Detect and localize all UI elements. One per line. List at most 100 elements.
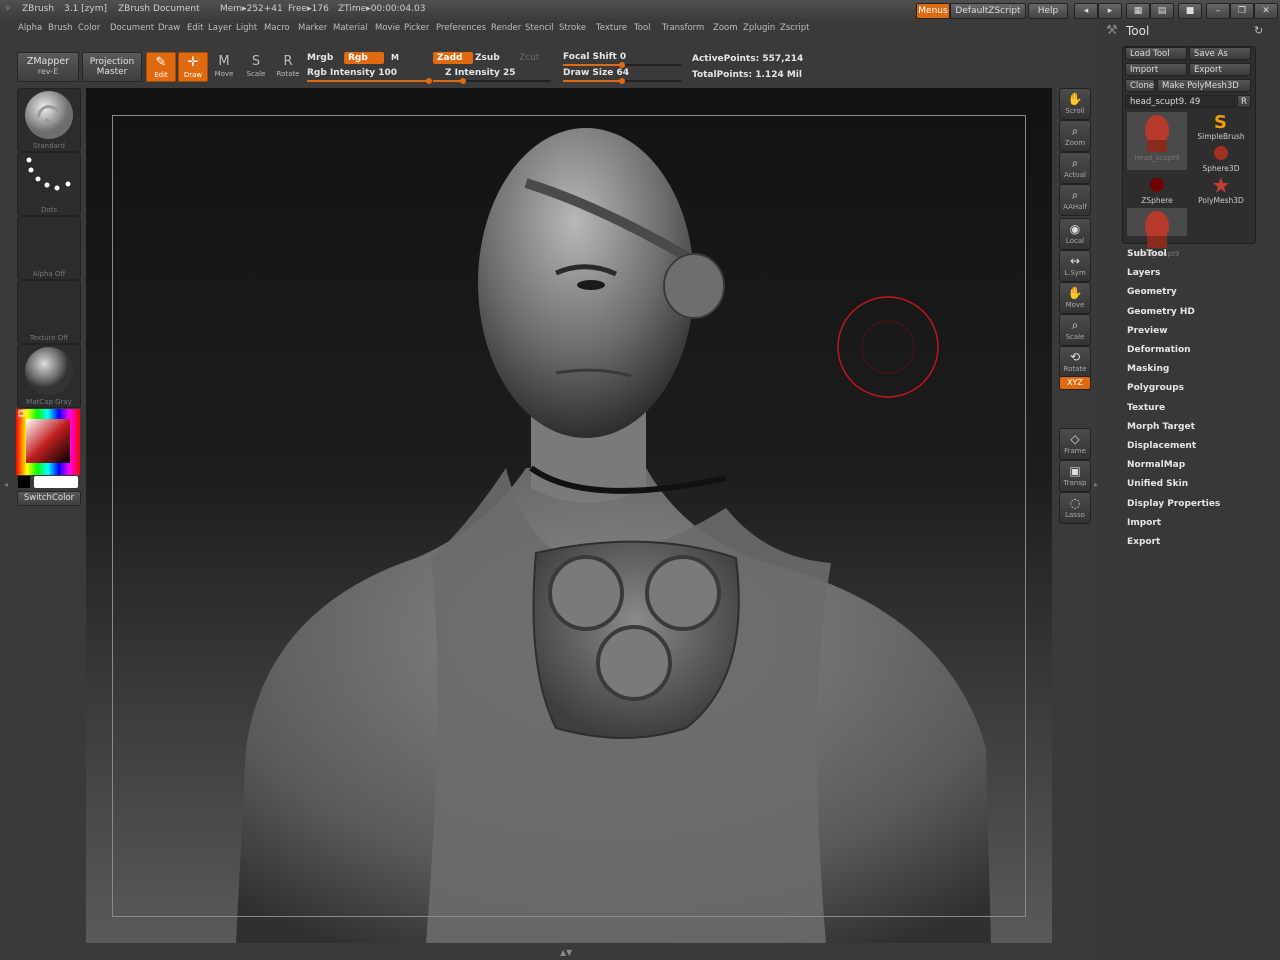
secondary-color-swatch[interactable]	[34, 476, 78, 488]
menu-draw[interactable]: Draw	[158, 23, 180, 33]
rgb-intensity-knob[interactable]	[426, 78, 432, 84]
layout-alt-icon[interactable]: ▤	[1150, 3, 1174, 19]
help-button[interactable]: Help	[1028, 3, 1068, 19]
tool-thumb-polymesh3d[interactable]: PolyMesh3D	[1191, 176, 1251, 205]
subpalette-polygroups[interactable]: Polygroups	[1127, 383, 1184, 393]
menu-edit[interactable]: Edit	[187, 23, 203, 33]
xyz-button[interactable]: XYZXYZ	[1059, 376, 1091, 390]
menu-zoom[interactable]: Zoom	[713, 23, 738, 33]
focal-shift-slider[interactable]	[563, 62, 681, 68]
refresh-icon[interactable]: ↻	[1254, 24, 1263, 37]
menu-transform[interactable]: Transform	[662, 23, 704, 33]
scroll-left-icon[interactable]: ◂	[1074, 3, 1098, 19]
transp-button[interactable]: ▣ Transp	[1059, 460, 1091, 492]
actual-button[interactable]: ⌕ Actual	[1059, 152, 1091, 184]
menu-document[interactable]: Document	[110, 23, 154, 33]
rgb-toggle[interactable]: Rgb	[344, 52, 384, 64]
rgb-intensity-slider[interactable]	[307, 78, 432, 84]
zcut-toggle[interactable]: Zcut	[519, 53, 539, 63]
menu-layer[interactable]: Layer	[208, 23, 232, 33]
tool-thumb-head_scupt9[interactable]: head_scupt9	[1127, 208, 1187, 258]
zsub-toggle[interactable]: Zsub	[475, 53, 500, 63]
minimize-icon[interactable]: –	[1206, 3, 1230, 19]
menu-tool[interactable]: Tool	[634, 23, 651, 33]
menu-movie[interactable]: Movie	[375, 23, 400, 33]
subpalette-deformation[interactable]: Deformation	[1127, 345, 1191, 355]
load-tool-button[interactable]: Load Tool	[1125, 47, 1187, 60]
menu-marker[interactable]: Marker	[298, 23, 327, 33]
menu-zplugin[interactable]: Zplugin	[743, 23, 775, 33]
mrgb-toggle[interactable]: Mrgb	[307, 53, 333, 63]
menu-preferences[interactable]: Preferences	[436, 23, 486, 33]
tool-thumb-simplebrush[interactable]: S SimpleBrush	[1191, 112, 1251, 142]
m-toggle[interactable]: M	[391, 53, 399, 62]
z-intensity-knob[interactable]	[460, 78, 466, 84]
subpalette-subtool[interactable]: SubTool	[1127, 249, 1167, 259]
zmapper-button[interactable]: ZMapper rev-E	[17, 52, 79, 82]
subpalette-preview[interactable]: Preview	[1127, 326, 1168, 336]
subpalette-morph-target[interactable]: Morph Target	[1127, 422, 1195, 432]
default-zscript-button[interactable]: DefaultZScript	[950, 3, 1026, 19]
zoom-button[interactable]: ⌕ Zoom	[1059, 120, 1091, 152]
primary-color-swatch[interactable]	[18, 476, 30, 488]
color-picker[interactable]	[16, 409, 80, 475]
move-button[interactable]: M Move	[210, 52, 238, 80]
draw-size-slider[interactable]	[563, 78, 681, 84]
scale-button[interactable]: S Scale	[242, 52, 270, 80]
tool-thumb-head_scupt9[interactable]: head_scupt9	[1127, 112, 1187, 170]
move-button[interactable]: ✋ Move	[1059, 282, 1091, 314]
subpalette-import[interactable]: Import	[1127, 518, 1161, 528]
brush-slot[interactable]: Standard	[17, 88, 81, 152]
subpalette-displacement[interactable]: Displacement	[1127, 441, 1196, 451]
z-intensity-slider[interactable]	[433, 78, 551, 84]
panel-collapse-icon[interactable]: ▸	[1094, 480, 1098, 492]
frame-button[interactable]: ◇ Frame	[1059, 428, 1091, 460]
lock-icon[interactable]: ■	[1178, 3, 1202, 19]
rotate-button[interactable]: ⟲ Rotate	[1059, 346, 1091, 378]
stroke-slot[interactable]: Dots	[17, 152, 81, 216]
edit-button[interactable]: ✎ Edit	[146, 52, 176, 82]
menu-color[interactable]: Color	[78, 23, 100, 33]
menu-macro[interactable]: Macro	[264, 23, 290, 33]
menu-render[interactable]: Render	[491, 23, 521, 33]
subpalette-layers[interactable]: Layers	[1127, 268, 1160, 278]
clone-button[interactable]: Clone	[1125, 79, 1155, 92]
r-button[interactable]: R	[1237, 95, 1251, 108]
subpalette-geometry-hd[interactable]: Geometry HD	[1127, 307, 1195, 317]
subpalette-normalmap[interactable]: NormalMap	[1127, 460, 1185, 470]
rotate-button[interactable]: R Rotate	[274, 52, 302, 80]
switchcolor-button[interactable]: SwitchColor	[17, 491, 81, 506]
menu-texture[interactable]: Texture	[596, 23, 627, 33]
material-slot[interactable]: MatCap Gray	[17, 344, 81, 408]
zadd-toggle[interactable]: Zadd	[433, 52, 473, 64]
tool-thumb-zsphere[interactable]: ZSphere	[1127, 176, 1187, 205]
menu-material[interactable]: Material	[333, 23, 368, 33]
draw-button[interactable]: ✛ Draw	[178, 52, 208, 82]
make-polymesh3d-button[interactable]: Make PolyMesh3D	[1157, 79, 1251, 92]
texture-slot[interactable]: Texture Off	[17, 280, 81, 344]
draw-size-knob[interactable]	[619, 78, 625, 84]
lasso-button[interactable]: ◌ Lasso	[1059, 492, 1091, 524]
scroll-right-icon[interactable]: ▸	[1098, 3, 1122, 19]
menu-picker[interactable]: Picker	[404, 23, 429, 33]
subpalette-unified-skin[interactable]: Unified Skin	[1127, 479, 1188, 489]
menu-stencil[interactable]: Stencil	[525, 23, 554, 33]
alpha-slot[interactable]: Alpha Off	[17, 216, 81, 280]
import-button[interactable]: Import	[1125, 63, 1187, 76]
lsym-button[interactable]: ↔ L.Sym	[1059, 250, 1091, 282]
menu-stroke[interactable]: Stroke	[559, 23, 586, 33]
export-button[interactable]: Export	[1189, 63, 1251, 76]
tool-thumb-sphere3d[interactable]: Sphere3D	[1191, 144, 1251, 174]
projection-master-button[interactable]: Projection Master	[82, 52, 142, 82]
scroll-button[interactable]: ✋ Scroll	[1059, 88, 1091, 120]
close-icon[interactable]: ✕	[1254, 3, 1278, 19]
subpalette-export[interactable]: Export	[1127, 537, 1160, 547]
menu-brush[interactable]: Brush	[48, 23, 73, 33]
menus-button[interactable]: Menus	[916, 3, 950, 19]
menu-light[interactable]: Light	[236, 23, 257, 33]
local-button[interactable]: ◉ Local	[1059, 218, 1091, 250]
subpalette-texture[interactable]: Texture	[1127, 403, 1165, 413]
save-as-button[interactable]: Save As	[1189, 47, 1251, 60]
scale-button[interactable]: ⌕ Scale	[1059, 314, 1091, 346]
menu-zscript[interactable]: Zscript	[780, 23, 810, 33]
